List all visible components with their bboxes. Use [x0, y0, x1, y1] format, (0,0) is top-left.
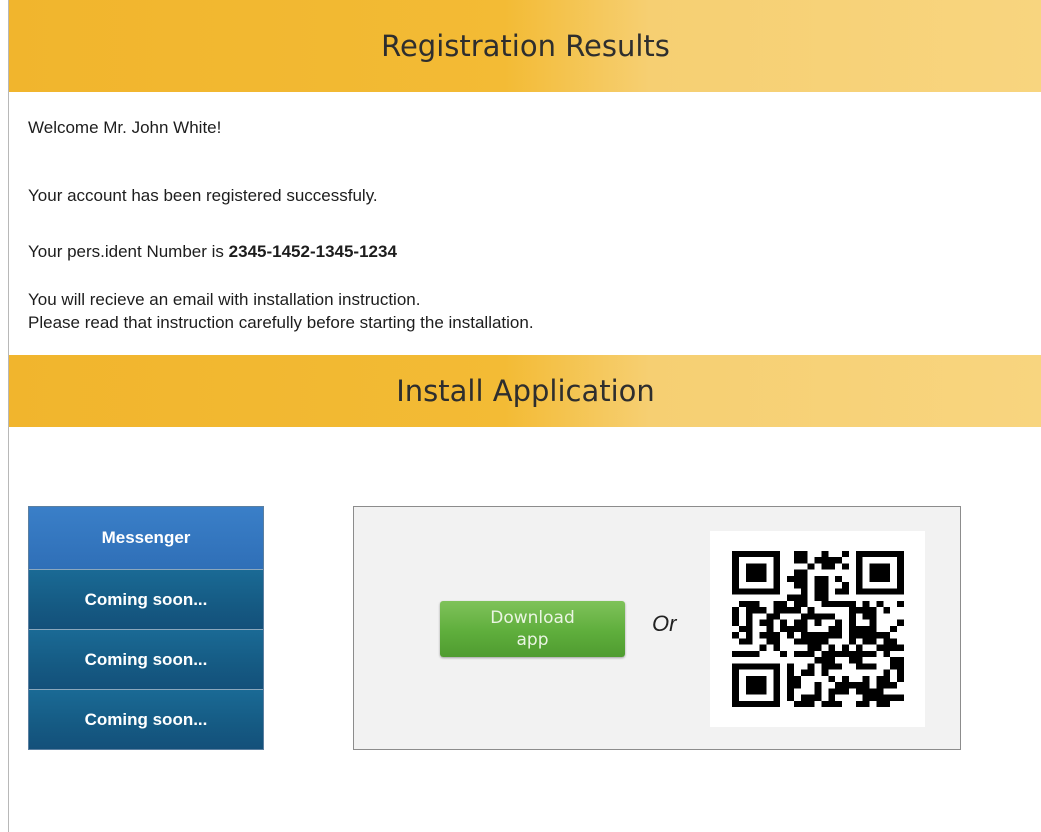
qr-code-icon — [732, 551, 904, 707]
registration-results-title: Registration Results — [381, 29, 670, 63]
welcome-text: Welcome Mr. John White! — [28, 118, 222, 137]
install-application-title: Install Application — [396, 374, 655, 408]
download-panel: Download app Or — [353, 506, 961, 750]
menu-item-messenger[interactable]: Messenger — [29, 507, 263, 569]
ident-number-text: Your pers.ident Number is 2345-1452-1345… — [28, 242, 397, 262]
ident-number: 2345-1452-1345-1234 — [228, 242, 397, 261]
ident-prefix: Your pers.ident Number is — [28, 242, 224, 261]
qr-code-container — [710, 531, 925, 727]
or-label: Or — [652, 611, 677, 636]
download-app-button[interactable]: Download app — [440, 601, 625, 657]
menu-item-coming-soon-3[interactable]: Coming soon... — [29, 689, 263, 749]
menu-item-coming-soon-1[interactable]: Coming soon... — [29, 569, 263, 629]
menu-item-coming-soon-2[interactable]: Coming soon... — [29, 629, 263, 689]
success-text: Your account has been registered success… — [28, 186, 378, 205]
install-application-header: Install Application — [9, 355, 1041, 427]
page-frame: Registration Results Welcome Mr. John Wh… — [8, 0, 1041, 832]
app-menu: Messenger Coming soon... Coming soon... … — [28, 506, 264, 750]
download-button-label-line1: Download — [490, 608, 575, 628]
registration-results-header: Registration Results — [9, 0, 1041, 92]
email-notice-line2: Please read that instruction carefully b… — [28, 313, 534, 332]
download-button-label-line2: app — [516, 630, 549, 650]
email-notice-line1: You will recieve an email with installat… — [28, 290, 421, 309]
